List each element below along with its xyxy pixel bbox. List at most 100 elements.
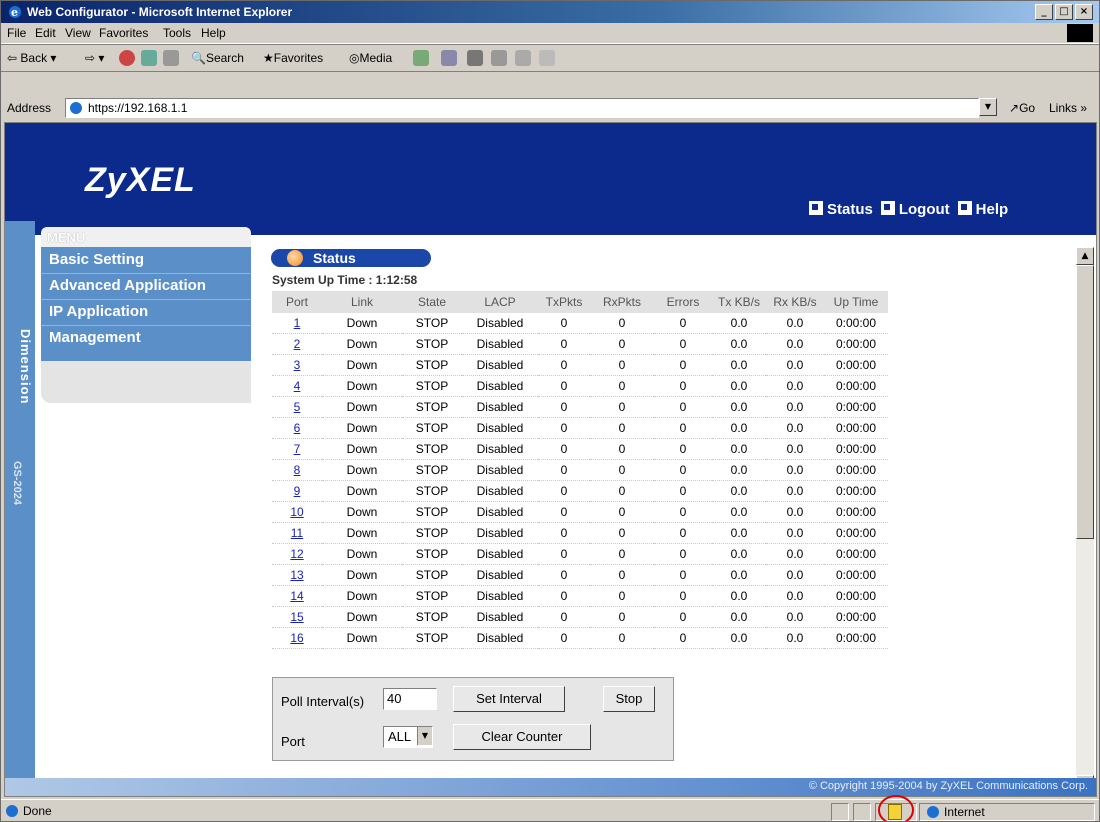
port-link[interactable]: 12 [290,547,303,561]
stop-button[interactable]: Stop [603,686,655,712]
help-link[interactable]: Help [957,201,1008,218]
port-cell: 1 [272,313,322,334]
table-cell: 0.0 [712,564,766,586]
table-cell: 0.0 [766,333,824,355]
sidebar-item-management[interactable]: Management [49,329,141,346]
table-cell: 0.0 [766,354,824,376]
port-link[interactable]: 2 [294,337,301,351]
port-link[interactable]: 7 [294,442,301,456]
menu-favorites[interactable]: Favorites [99,26,148,40]
clear-counter-button[interactable]: Clear Counter [453,724,591,750]
table-cell: 0 [654,438,712,460]
table-cell: 0.0 [766,313,824,334]
edit-icon[interactable] [491,50,507,66]
messenger-icon[interactable] [539,50,555,66]
chevron-down-icon: ▼ [417,727,432,745]
column-header: Errors [654,291,712,313]
port-link[interactable]: 14 [290,589,303,603]
stop-icon[interactable] [119,50,135,66]
table-cell: 0 [590,564,654,586]
port-link[interactable]: 15 [290,610,303,624]
media-button[interactable]: ◎Media [349,51,392,65]
status-link[interactable]: Status [809,201,873,218]
port-link[interactable]: 10 [290,505,303,519]
table-cell: Down [322,564,402,586]
table-row: 6 Down STOP Disabled 0 0 0 0.0 0.0 0:00:00 [272,417,888,439]
table-cell: 0:00:00 [824,459,888,481]
table-cell: Disabled [462,501,538,523]
highlight-circle [878,795,914,821]
status-orb-icon [287,250,303,266]
table-row: 14 Down STOP Disabled 0 0 0 0.0 0.0 0:00:00 [272,585,888,607]
page-icon [70,102,82,114]
address-label: Address [7,101,52,115]
sidebar-item-advanced-application[interactable]: Advanced Application [49,277,206,294]
back-button[interactable]: ⇦ Back ▾ [7,51,56,65]
print-icon[interactable] [467,50,483,66]
table-cell: 0 [654,459,712,481]
table-cell: STOP [402,480,462,502]
port-link[interactable]: 5 [294,400,301,414]
port-link[interactable]: 11 [291,526,303,540]
table-cell: 0.0 [766,438,824,460]
port-link[interactable]: 16 [290,631,303,645]
port-link[interactable]: 4 [294,379,301,393]
menu-help[interactable]: Help [201,26,226,40]
search-button[interactable]: 🔍Search [191,51,244,65]
table-cell: 0.0 [766,375,824,397]
table-cell: Disabled [462,480,538,502]
table-cell: 0 [538,313,590,334]
set-interval-button[interactable]: Set Interval [453,686,565,712]
column-header: Link [322,291,402,313]
port-link[interactable]: 13 [290,568,303,582]
port-link[interactable]: 1 [294,316,301,330]
table-cell: Disabled [462,375,538,397]
table-cell: 0:00:00 [824,438,888,460]
port-cell: 6 [272,417,322,439]
minimize-button[interactable]: _ [1035,4,1053,20]
port-link[interactable]: 9 [294,484,301,498]
refresh-icon[interactable] [141,50,157,66]
forward-button[interactable]: ⇨ ▾ [85,51,104,65]
port-link[interactable]: 6 [294,421,301,435]
sidebar-item-ip-application[interactable]: IP Application [49,303,148,320]
address-input[interactable]: https://192.168.1.1 [65,98,979,118]
table-row: 15 Down STOP Disabled 0 0 0 0.0 0.0 0:00:00 [272,606,888,628]
mail-icon[interactable] [441,50,457,66]
table-cell: 0:00:00 [824,480,888,502]
table-cell: STOP [402,501,462,523]
scroll-up-button[interactable]: ▲ [1076,247,1094,265]
table-cell: STOP [402,354,462,376]
menu-file[interactable]: File [7,26,26,40]
port-select[interactable]: ALL ▼ [383,726,433,748]
discuss-icon[interactable] [515,50,531,66]
history-icon[interactable] [413,50,429,66]
scroll-thumb[interactable] [1076,265,1094,539]
links-button[interactable]: Links » [1049,101,1087,115]
port-link[interactable]: 8 [294,463,301,477]
close-button[interactable]: × [1075,4,1093,20]
page-done-icon [6,805,18,817]
menu-edit[interactable]: Edit [35,26,56,40]
table-cell: Down [322,480,402,502]
go-button[interactable]: ↗Go [1009,101,1035,115]
column-header: Rx KB/s [766,291,824,313]
column-header: TxPkts [538,291,590,313]
address-dropdown-button[interactable]: ▼ [979,98,997,116]
column-header: Tx KB/s [712,291,766,313]
port-link[interactable]: 3 [294,358,301,372]
maximize-button[interactable]: □ [1055,4,1073,20]
poll-interval-input[interactable]: 40 [383,688,437,710]
home-icon[interactable] [163,50,179,66]
favorites-button[interactable]: ★Favorites [263,51,323,65]
table-cell: Disabled [462,333,538,355]
table-cell: 0 [654,480,712,502]
table-cell: Disabled [462,543,538,565]
vertical-scrollbar[interactable]: ▲ ▼ [1076,247,1094,793]
table-cell: 0 [538,333,590,355]
logout-link[interactable]: Logout [880,201,950,218]
menu-view[interactable]: View [65,26,91,40]
window-title: Web Configurator - Microsoft Internet Ex… [27,5,293,19]
menu-tools[interactable]: Tools [163,26,191,40]
sidebar-item-basic-setting[interactable]: Basic Setting [49,251,144,268]
